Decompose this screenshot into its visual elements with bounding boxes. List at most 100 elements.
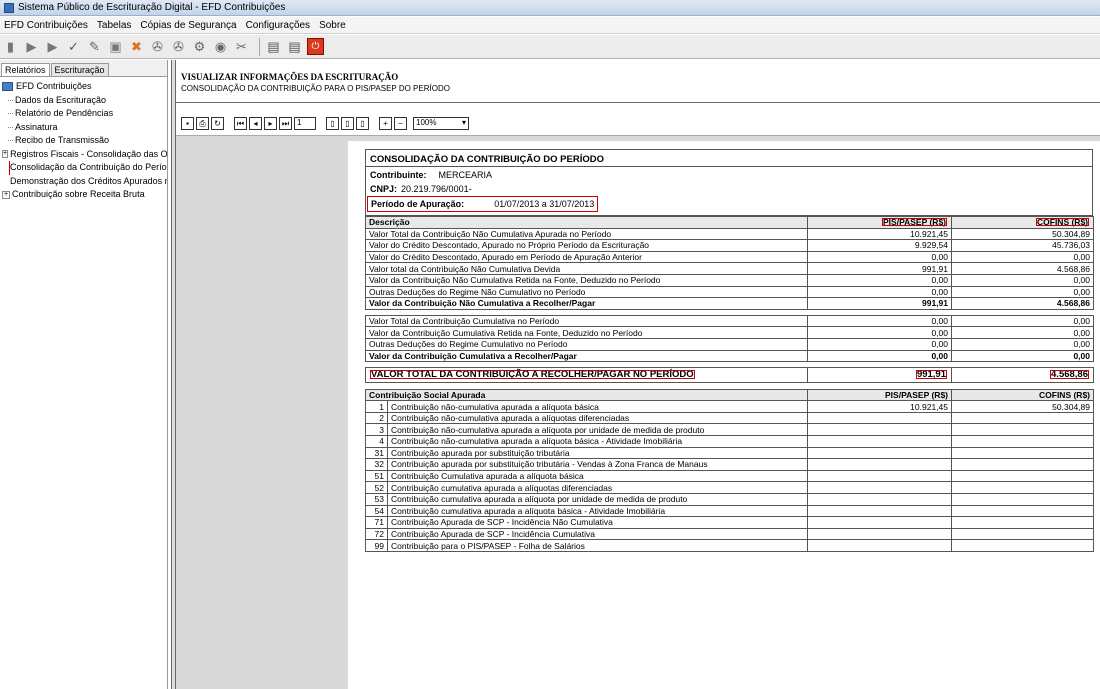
report-title: CONSOLIDAÇÃO DA CONTRIBUIÇÃO DO PERÍODO (365, 149, 1093, 167)
sc-cofins (951, 539, 1094, 552)
sc-cofins (951, 504, 1094, 518)
sc-pis (807, 469, 952, 483)
menu-tabelas[interactable]: Tabelas (97, 20, 131, 31)
row-cofins: 0,00 (951, 326, 1094, 339)
sc-code: 51 (365, 469, 388, 483)
transmit-icon[interactable]: ✇ (149, 38, 166, 55)
last-page-icon[interactable]: ⏭ (279, 117, 292, 130)
sc-row: 32 Contribuição apurada por substituição … (365, 458, 1094, 471)
menu-configuracoes[interactable]: Configurações (246, 20, 310, 31)
sc-desc: Contribuição Apurada de SCP - Incidência… (387, 527, 808, 541)
tree-item-receita-bruta[interactable]: + Contribuição sobre Receita Bruta (2, 188, 167, 202)
social-contribution-table: Contribuição Social Apurada PIS/PASEP (R… (365, 388, 1094, 552)
row-pis: 991,91 (807, 262, 952, 275)
tree-item-consolidacao[interactable]: Consolidação da Contribuição do Período (2, 161, 167, 175)
receipt-icon[interactable]: ✇ (170, 38, 187, 55)
menu-efd[interactable]: EFD Contribuições (4, 20, 88, 31)
tree-item-label: Relatório de Pendências (15, 108, 114, 118)
contribuinte-value: MERCEARIA (438, 170, 493, 180)
header-divider (176, 102, 1100, 103)
sc-row: 71 Contribuição Apurada de SCP - Incidênc… (365, 516, 1094, 529)
tree-root[interactable]: EFD Contribuições (2, 80, 167, 94)
sc-code: 1 (365, 400, 388, 413)
zoom-in-icon[interactable]: + (379, 117, 392, 130)
sc-code: 3 (365, 423, 388, 436)
row-pis: 0,00 (807, 349, 952, 363)
row-pis: 0,00 (807, 285, 952, 299)
sc-cofins (951, 458, 1094, 471)
row-pis: 0,00 (807, 250, 952, 264)
row-desc: Valor do Crédito Descontado, Apurado em … (365, 250, 808, 264)
sc-desc: Contribuição não-cumulativa apurada a al… (387, 423, 808, 436)
fit-page-icon[interactable]: ▯ (356, 117, 369, 130)
tree-item-demonstracao[interactable]: Demonstração dos Créditos Apurados no Pe… (2, 175, 167, 189)
save-as-icon[interactable]: ▤ (286, 38, 303, 55)
tree-item-recibo[interactable]: Recibo de Transmissão (2, 134, 167, 148)
sc-pis (807, 492, 952, 506)
sc-desc: Contribuição para o PIS/PASEP - Folha de… (387, 539, 808, 552)
row-cofins: 50.304,89 (951, 227, 1094, 241)
app-icon (4, 2, 14, 13)
table-row: Outras Deduções do Regime Não Cumulativo… (365, 285, 1094, 299)
sc-desc: Contribuição apurada por substituição tr… (387, 446, 808, 460)
row-cofins: 0,00 (951, 273, 1094, 287)
tree-item-label: Assinatura (15, 121, 58, 132)
tab-escrituracao[interactable]: Escrituração (50, 63, 109, 76)
menu-copias[interactable]: Cópias de Segurança (140, 20, 236, 31)
row-desc: Valor da Contribuição Cumulativa a Recol… (365, 349, 808, 363)
sign-icon[interactable]: ✎ (86, 38, 103, 55)
menu-bar: EFD Contribuições Tabelas Cópias de Segu… (0, 17, 1100, 34)
save-icon[interactable]: ▤ (265, 38, 282, 55)
next-page-icon[interactable]: ▸ (264, 117, 277, 130)
row-desc: Valor do Crédito Descontado, Apurado no … (365, 239, 808, 252)
tree-item-pendencias[interactable]: Relatório de Pendências (2, 107, 167, 121)
consolidation-table: Descrição PIS/PASEP (R$) COFINS (R$) Val… (365, 216, 1094, 389)
zoom-select[interactable]: 100% (413, 117, 469, 130)
import-icon[interactable]: ▶ (23, 38, 40, 55)
periodo-value: 01/07/2013 a 31/07/2013 (494, 199, 595, 209)
open-icon[interactable]: ▶ (44, 38, 61, 55)
row-cofins: 4.568,86 (951, 262, 1094, 275)
tab-relatorios[interactable]: Relatórios (1, 63, 50, 76)
exit-icon[interactable]: ⏻ (307, 38, 324, 55)
tools-icon[interactable]: ✂ (233, 38, 250, 55)
print-icon[interactable]: ⎙ (196, 117, 209, 130)
cnpj-value: 20.219.796/0001- (401, 184, 472, 194)
report-info: Contribuinte: MERCEARIA CNPJ: 20.219.796/0… (365, 167, 1093, 216)
expand-icon[interactable]: + (2, 190, 10, 199)
first-page-icon[interactable]: ⏮ (234, 117, 247, 130)
new-file-icon[interactable]: ▮ (2, 38, 19, 55)
sc-cofins (951, 423, 1094, 436)
row-pis: 0,00 (807, 337, 952, 351)
prev-page-icon[interactable]: ◂ (249, 117, 262, 130)
tree-root-label: EFD Contribuições (16, 81, 92, 91)
sc-col-pis: PIS/PASEP (R$) (807, 388, 952, 402)
delete-icon[interactable]: ✖ (128, 38, 145, 55)
settings-icon[interactable]: ⚙ (191, 38, 208, 55)
save-report-icon[interactable]: ▪ (181, 117, 194, 130)
sc-cofins (951, 527, 1094, 541)
sc-cofins (951, 446, 1094, 460)
zoom-out-icon[interactable]: − (394, 117, 407, 130)
menu-sobre[interactable]: Sobre (319, 20, 346, 31)
tree-item-registros[interactable]: +Registros Fiscais - Consolidação das Op… (2, 148, 167, 162)
sc-code: 72 (365, 527, 388, 541)
sc-desc: Contribuição cumulativa apurada a alíquo… (387, 492, 808, 506)
single-page-icon[interactable]: ▯ (326, 117, 339, 130)
fit-width-icon[interactable]: ▯ (341, 117, 354, 130)
edit-icon[interactable]: ▣ (107, 38, 124, 55)
sc-row: 99 Contribuição para o PIS/PASEP - Folha … (365, 539, 1094, 552)
row-desc: Valor da Contribuição Não Cumulativa Ret… (365, 273, 808, 287)
right-panel: VISUALIZAR INFORMAÇÕES DA ESCRITURAÇÃO C… (176, 60, 1100, 689)
sc-row: 72 Contribuição Apurada de SCP - Incidênc… (365, 527, 1094, 541)
validate-icon[interactable]: ✓ (65, 38, 82, 55)
page-number-input[interactable]: 1 (294, 117, 316, 130)
tree-item-assinatura[interactable]: Assinatura (2, 121, 167, 135)
search-icon[interactable]: ◉ (212, 38, 229, 55)
sc-cofins: 50.304,89 (951, 400, 1094, 413)
expand-icon[interactable]: + (2, 150, 9, 159)
row-desc: Valor total da Contribuição Não Cumulati… (365, 262, 808, 275)
refresh-icon[interactable]: ↻ (211, 117, 224, 130)
tree-item-dados[interactable]: Dados da Escrituração (2, 94, 167, 108)
sc-row: 51 Contribuição Cumulativa apurada a alíq… (365, 469, 1094, 483)
